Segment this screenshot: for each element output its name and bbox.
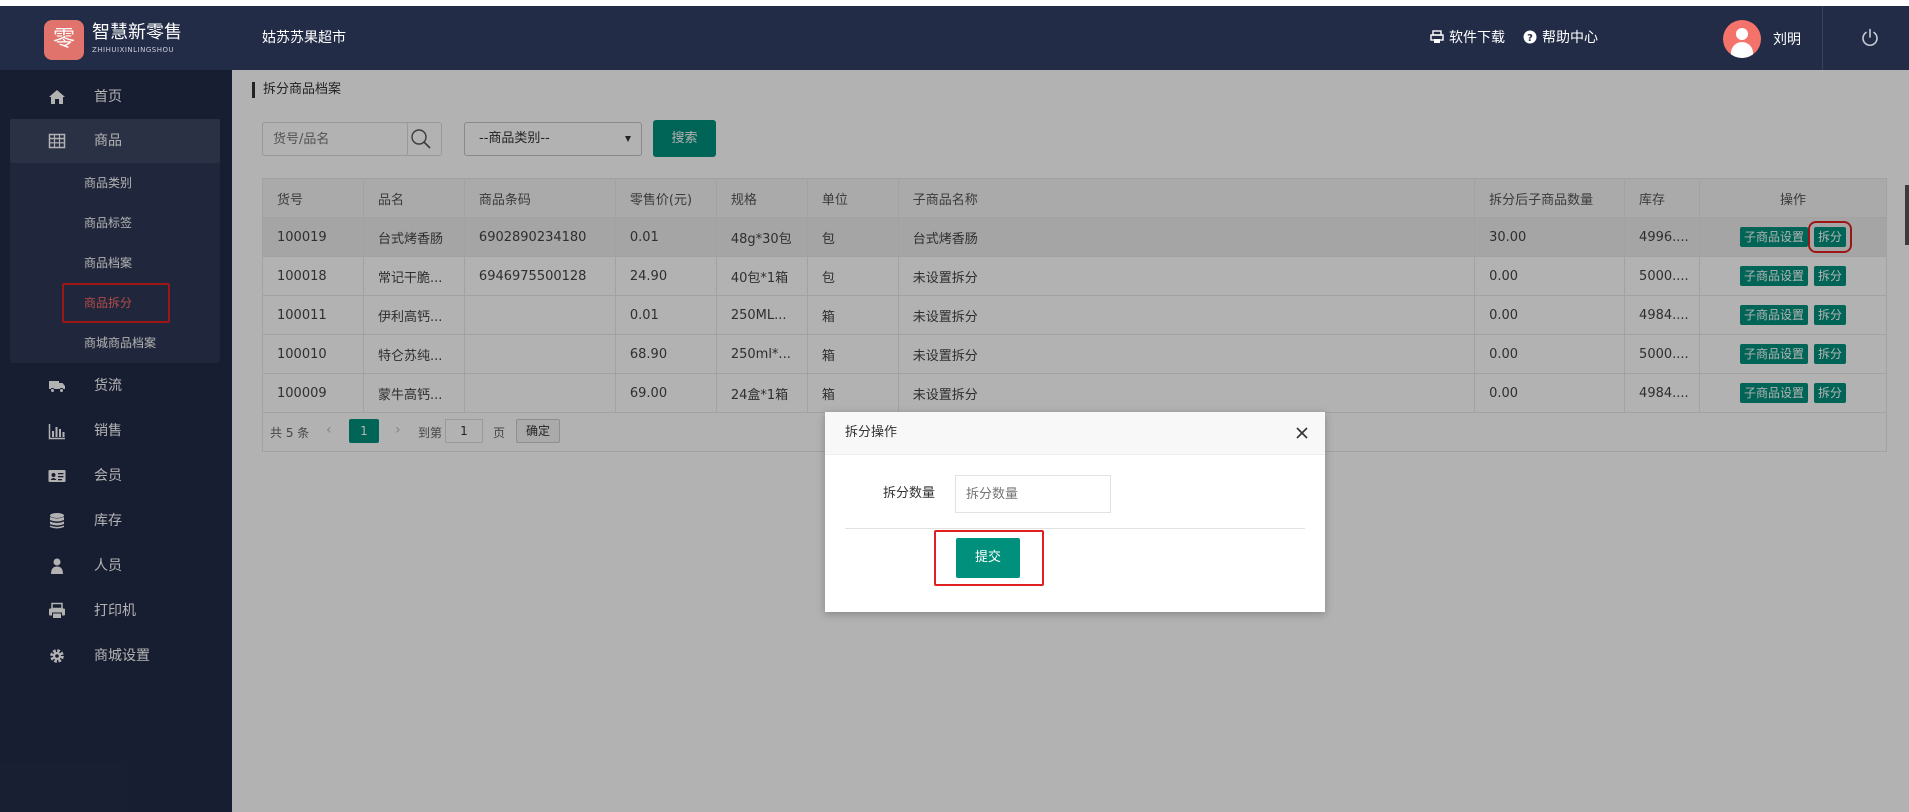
close-icon[interactable] — [1293, 424, 1311, 442]
top-header: 零 智慧新零售 ZHIHUIXINLINGSHOU 姑苏苏果超市 软件下载 ? 帮… — [0, 6, 1909, 70]
split-dialog: 拆分操作 拆分数量 提交 — [825, 412, 1325, 612]
svg-text:?: ? — [1527, 33, 1533, 44]
help-center-link[interactable]: ? 帮助中心 — [1523, 28, 1598, 48]
dialog-header: 拆分操作 — [825, 412, 1325, 455]
help-center-label: 帮助中心 — [1542, 30, 1598, 46]
software-download-label: 软件下载 — [1449, 30, 1505, 46]
dialog-title: 拆分操作 — [845, 425, 898, 440]
logo-title: 智慧新零售 — [92, 22, 182, 43]
question-circle-icon: ? — [1523, 30, 1537, 44]
split-quantity-label: 拆分数量 — [883, 486, 936, 501]
username[interactable]: 刘明 — [1773, 30, 1801, 50]
header-divider — [1822, 6, 1823, 70]
avatar[interactable] — [1723, 20, 1761, 58]
store-name[interactable]: 姑苏苏果超市 — [262, 28, 346, 48]
logo-glyph: 零 — [52, 27, 75, 52]
dialog-divider — [845, 528, 1305, 529]
logo-subtitle: ZHIHUIXINLINGSHOU — [92, 46, 175, 54]
split-quantity-input[interactable] — [955, 475, 1111, 513]
printer-icon — [1430, 30, 1444, 43]
power-icon[interactable] — [1860, 28, 1880, 48]
software-download-link[interactable]: 软件下载 — [1430, 28, 1505, 48]
logo-icon: 零 — [44, 20, 84, 60]
submit-button[interactable]: 提交 — [956, 538, 1020, 578]
